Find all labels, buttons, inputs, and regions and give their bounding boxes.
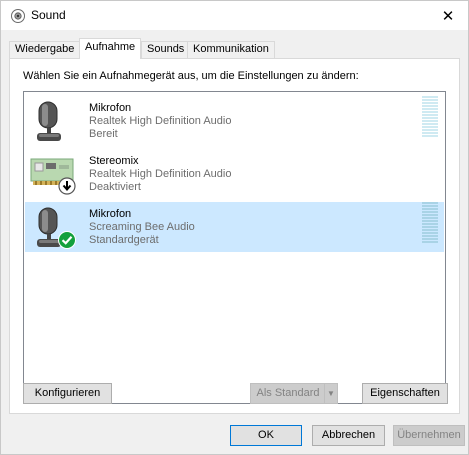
device-driver: Realtek High Definition Audio [89, 168, 232, 180]
level-meter [422, 202, 438, 244]
meter-segment [422, 96, 438, 98]
check-icon [58, 231, 76, 249]
meter-segment [422, 229, 438, 231]
meter-segment [422, 223, 438, 225]
device-state: Bereit [89, 128, 118, 140]
device-driver: Realtek High Definition Audio [89, 115, 232, 127]
instruction-text: Wählen Sie ein Aufnahmegerät aus, um die… [23, 70, 359, 82]
speaker-icon [10, 8, 26, 24]
meter-segment [422, 217, 438, 219]
meter-segment [422, 220, 438, 222]
recording-device-list[interactable]: Mikrofon Realtek High Definition Audio B… [23, 91, 446, 404]
sound-dialog: Sound ✕ Wiedergabe Aufnahme Sounds Kommu… [0, 0, 469, 455]
recording-panel: Wählen Sie ein Aufnahmegerät aus, um die… [9, 58, 460, 414]
device-name: Stereomix [89, 155, 139, 167]
tab-sounds[interactable]: Sounds [141, 41, 191, 58]
apply-button[interactable]: Übernehmen [393, 425, 465, 446]
set-default-label: Als Standard [256, 387, 320, 399]
list-item[interactable]: Stereomix Realtek High Definition Audio … [25, 149, 444, 199]
meter-segment [422, 214, 438, 216]
device-driver: Screaming Bee Audio [89, 221, 195, 233]
cancel-button[interactable]: Abbrechen [312, 425, 385, 446]
list-item[interactable]: Mikrofon Screaming Bee Audio Standardger… [25, 202, 444, 252]
properties-button[interactable]: Eigenschaften [362, 383, 448, 404]
meter-segment [422, 123, 438, 125]
meter-segment [422, 111, 438, 113]
meter-segment [422, 135, 438, 137]
list-item[interactable]: Mikrofon Realtek High Definition Audio B… [25, 96, 444, 146]
device-name: Mikrofon [89, 208, 132, 220]
meter-segment [422, 205, 438, 207]
meter-segment [422, 108, 438, 110]
meter-segment [422, 102, 438, 104]
meter-segment [422, 238, 438, 240]
tab-wiedergabe[interactable]: Wiedergabe [9, 41, 81, 58]
chevron-down-icon[interactable]: ▼ [324, 384, 337, 403]
device-name: Mikrofon [89, 102, 132, 114]
microphone-icon [29, 100, 75, 146]
meter-segment [422, 99, 438, 101]
meter-segment [422, 241, 438, 243]
tab-aufnahme[interactable]: Aufnahme [79, 38, 142, 59]
level-meter [422, 96, 438, 138]
configure-button[interactable]: Konfigurieren [23, 383, 112, 404]
meter-segment [422, 211, 438, 213]
window-title: Sound [31, 8, 66, 22]
meter-segment [422, 132, 438, 134]
close-button[interactable]: ✕ [428, 1, 468, 30]
meter-segment [422, 232, 438, 234]
close-icon: ✕ [441, 7, 455, 25]
meter-segment [422, 208, 438, 210]
title-bar: Sound ✕ [1, 1, 468, 30]
disabled-arrow-badge [58, 177, 76, 195]
tab-kommunikation[interactable]: Kommunikation [187, 41, 275, 58]
meter-segment [422, 117, 438, 119]
device-state: Deaktiviert [89, 181, 141, 193]
meter-segment [422, 202, 438, 204]
meter-segment [422, 105, 438, 107]
meter-segment [422, 226, 438, 228]
device-state: Standardgerät [89, 234, 159, 246]
set-default-button[interactable]: Als Standard ▼ [250, 383, 338, 404]
meter-segment [422, 120, 438, 122]
meter-segment [422, 235, 438, 237]
meter-segment [422, 126, 438, 128]
meter-segment [422, 129, 438, 131]
ok-button[interactable]: OK [230, 425, 302, 446]
meter-segment [422, 114, 438, 116]
